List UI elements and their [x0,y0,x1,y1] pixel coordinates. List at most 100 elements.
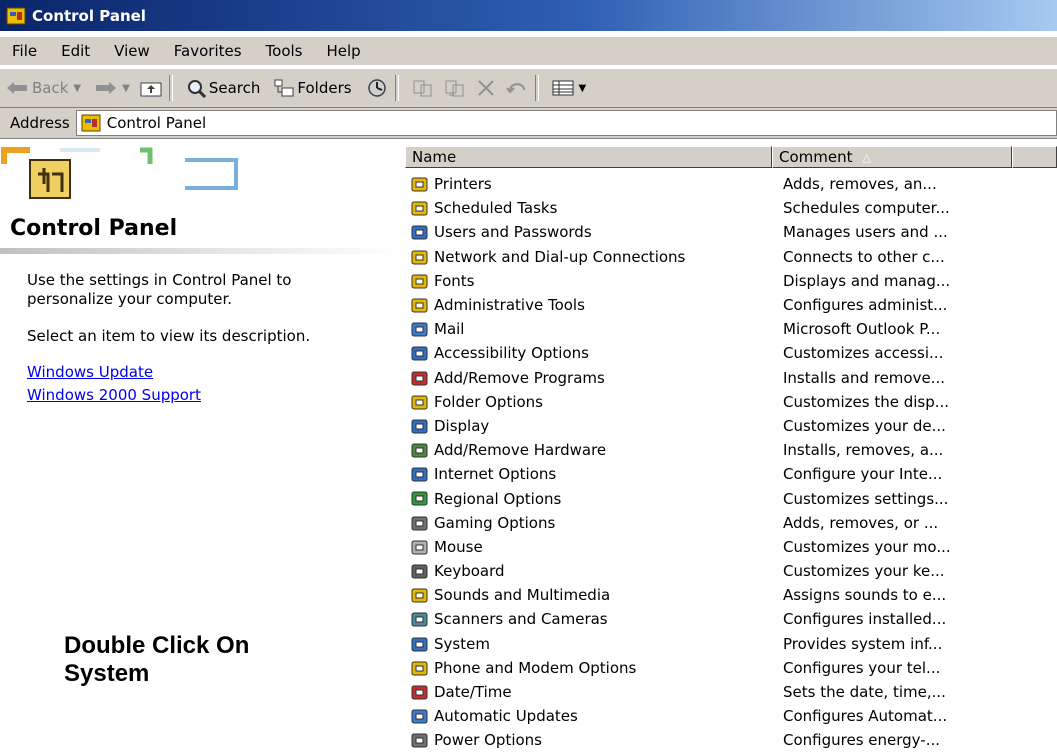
list-item[interactable]: Printers Adds, removes, an... [400,172,1057,196]
list-item[interactable]: Mouse Customizes your mo... [400,535,1057,559]
item-comment: Configures energy-... [783,731,941,750]
item-comment: Configure your Inte... [783,465,943,484]
back-dropdown-icon[interactable]: ▼ [73,83,81,94]
printer-folder-icon [411,177,428,192]
search-button[interactable]: Search [186,78,261,98]
list-item[interactable]: Phone and Modem Options Configures your t… [400,656,1057,680]
windows-update-link[interactable]: Windows Update [27,363,153,381]
item-comment: Configures administ... [783,296,948,315]
item-comment: Customizes accessi... [783,344,944,363]
list-item[interactable]: Automatic Updates Configures Automat... [400,704,1057,728]
list-item[interactable]: Add/Remove Programs Installs and remove..… [400,366,1057,390]
address-field[interactable]: Control Panel [75,110,1057,136]
item-name: Scheduled Tasks [434,199,558,218]
title-bar[interactable]: Control Panel [0,0,1057,31]
item-comment: Manages users and ... [783,223,948,242]
item-name: Automatic Updates [434,707,578,726]
automatic-updates-icon [411,709,428,724]
comment-column-header[interactable]: Comment △ [772,146,1012,168]
delete-button[interactable] [476,78,496,98]
item-name: Accessibility Options [434,344,589,363]
search-label: Search [208,79,261,97]
menu-tools[interactable]: Tools [256,42,313,60]
up-folder-button[interactable] [140,79,162,97]
menu-help[interactable]: Help [317,42,371,60]
forward-arrow-icon [96,82,117,94]
power-options-icon [411,733,428,748]
forward-button[interactable]: ▼ [95,81,130,95]
system-icon [411,637,428,652]
list-item[interactable]: Gaming Options Adds, removes, or ... [400,511,1057,535]
list-item[interactable]: Mail Microsoft Outlook P... [400,317,1057,341]
item-name: Add/Remove Hardware [434,441,607,460]
list-item[interactable]: Regional Options Customizes settings... [400,486,1057,510]
list-item[interactable]: Accessibility Options Customizes accessi.… [400,341,1057,365]
scanners-icon [411,612,428,627]
item-comment: Installs and remove... [783,368,945,387]
item-name: Phone and Modem Options [434,658,637,677]
undo-icon [505,83,525,94]
item-comment: Customizes your de... [783,416,946,435]
menu-edit[interactable]: Edit [51,42,100,60]
control-panel-banner [1,147,238,199]
forward-dropdown-icon[interactable]: ▼ [122,83,130,94]
add-remove-hardware-icon [411,443,428,458]
folders-button[interactable]: Folders [274,79,352,97]
item-rows: Printers Adds, removes, an... Scheduled Ta… [400,172,1057,753]
empty-column-header[interactable] [1012,146,1057,168]
folder-options-icon [411,395,428,410]
search-icon [187,80,206,98]
list-item[interactable]: Add/Remove Hardware Installs, removes, a.… [400,438,1057,462]
list-item[interactable]: Scheduled Tasks Schedules computer... [400,196,1057,220]
back-label: Back [32,79,69,97]
menu-view[interactable]: View [104,42,160,60]
windows-2000-support-link[interactable]: Windows 2000 Support [27,386,201,404]
delete-icon [477,80,494,96]
toolbar-separator [394,75,399,101]
item-name: Regional Options [434,489,562,508]
views-button[interactable]: ▼ [552,79,587,97]
list-item[interactable]: Folder Options Customizes the disp... [400,390,1057,414]
copy-to-button[interactable] [444,78,466,98]
item-name: Printers [434,175,492,194]
regional-options-icon [411,491,428,506]
control-panel-icon [6,7,26,24]
list-item[interactable]: Scanners and Cameras Configures installed… [400,607,1057,631]
mouse-icon [411,540,428,555]
list-item[interactable]: System Provides system inf... [400,632,1057,656]
views-dropdown-icon[interactable]: ▼ [579,83,587,94]
item-comment: Configures Automat... [783,707,948,726]
sort-ascending-icon: △ [862,150,871,164]
item-name: Network and Dial-up Connections [434,247,686,266]
users-icon [411,225,428,240]
item-comment: Customizes settings... [783,489,949,508]
list-item[interactable]: Sounds and Multimedia Assigns sounds to e… [400,583,1057,607]
move-to-button[interactable] [412,78,434,98]
list-item[interactable]: Administrative Tools Configures administ.… [400,293,1057,317]
accessibility-icon [411,346,428,361]
item-comment: Adds, removes, or ... [783,513,939,532]
item-comment: Customizes your mo... [783,537,951,556]
undo-button[interactable] [505,78,528,98]
views-icon [552,80,574,96]
menu-favorites[interactable]: Favorites [164,42,252,60]
list-item[interactable]: Date/Time Sets the date, time,... [400,680,1057,704]
scheduled-tasks-icon [411,201,428,216]
history-button[interactable] [366,78,388,98]
fonts-icon [411,274,428,289]
toolbar-separator [534,75,539,101]
title-divider [0,248,400,254]
item-name: Scanners and Cameras [434,610,608,629]
pane-hint: Select an item to view its description. [27,327,311,345]
list-item[interactable]: Network and Dial-up Connections Connects … [400,245,1057,269]
menu-file[interactable]: File [0,42,47,60]
back-button[interactable]: Back ▼ [6,79,81,97]
item-name: Fonts [434,271,475,290]
list-item[interactable]: Internet Options Configure your Inte... [400,462,1057,486]
list-item[interactable]: Users and Passwords Manages users and ... [400,220,1057,244]
name-column-header[interactable]: Name [405,146,772,168]
list-item[interactable]: Display Customizes your de... [400,414,1057,438]
list-item[interactable]: Keyboard Customizes your ke... [400,559,1057,583]
network-icon [411,250,428,265]
list-item[interactable]: Fonts Displays and manag... [400,269,1057,293]
